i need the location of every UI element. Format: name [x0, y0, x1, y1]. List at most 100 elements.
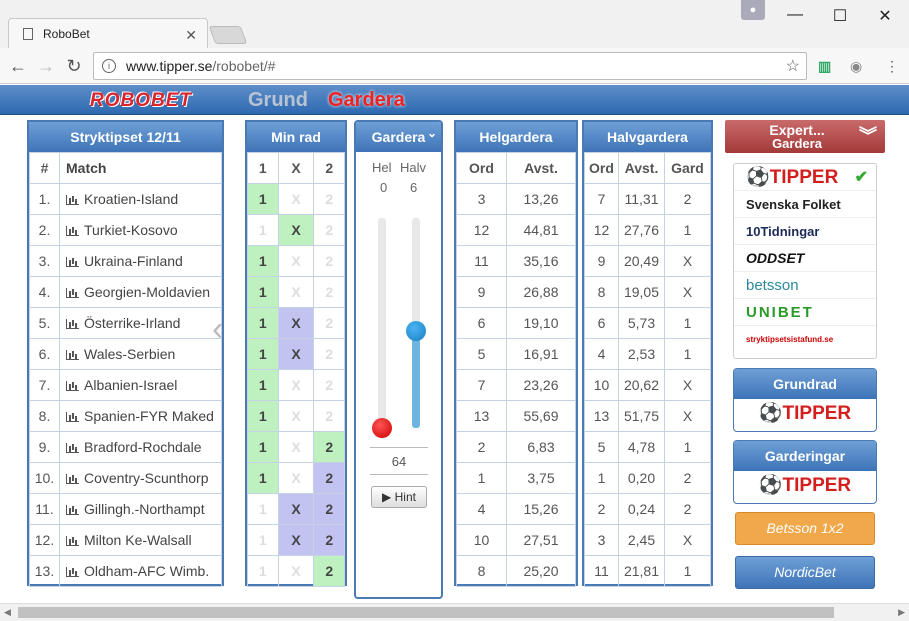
pick-cell-1[interactable]: 1 — [247, 307, 279, 339]
expert-header[interactable]: Expert... Gardera ︾ — [725, 120, 885, 153]
stats-chart-icon[interactable] — [66, 257, 79, 267]
stats-chart-icon[interactable] — [66, 567, 79, 577]
horizontal-scrollbar[interactable]: ◀ ▶ — [0, 603, 909, 621]
gardera-header[interactable]: Gardera ⌄ — [356, 122, 441, 152]
pick-cell-1[interactable]: 1 — [247, 493, 279, 525]
info-icon[interactable]: i — [102, 59, 116, 73]
match-cell[interactable]: Spanien-FYR Maked — [59, 400, 222, 432]
match-cell[interactable]: Georgien-Moldavien — [59, 276, 222, 308]
pick-cell-1[interactable]: 1 — [247, 369, 279, 401]
pick-cell-x[interactable]: X — [277, 493, 315, 525]
stats-chart-icon[interactable] — [66, 319, 79, 329]
nav-grund[interactable]: Grund — [248, 89, 308, 112]
match-cell[interactable]: Bradford-Rochdale — [59, 431, 222, 463]
pick-cell-1[interactable]: 1 — [247, 276, 279, 308]
browser-tab[interactable]: RoboBet ✕ — [8, 18, 208, 48]
garderingar-box[interactable]: Garderingar ⚽TIPPER — [733, 440, 877, 504]
pick-cell-2[interactable]: 2 — [313, 555, 345, 587]
hel-slider[interactable] — [372, 218, 392, 438]
close-window-icon[interactable]: ✕ — [875, 6, 895, 26]
stats-chart-icon[interactable] — [66, 412, 79, 422]
pick-cell-2[interactable]: 2 — [313, 493, 345, 525]
bookmark-star-icon[interactable]: ☆ — [786, 56, 800, 76]
pick-cell-2[interactable]: 2 — [313, 462, 345, 494]
pick-cell-2[interactable]: 2 — [313, 276, 345, 308]
pick-cell-x[interactable]: X — [277, 338, 315, 370]
match-cell[interactable]: Milton Ke-Walsall — [59, 524, 222, 556]
match-cell[interactable]: Albanien-Israel — [59, 369, 222, 401]
stats-chart-icon[interactable] — [66, 350, 79, 360]
pick-cell-1[interactable]: 1 — [247, 524, 279, 556]
source-stryktipset-sista[interactable]: stryktipsetsistafund.se — [734, 326, 876, 353]
new-tab-button[interactable] — [208, 26, 248, 44]
pick-cell-1[interactable]: 1 — [247, 555, 279, 587]
match-cell[interactable]: Gillingh.-Northampt — [59, 493, 222, 525]
source-tipper[interactable]: ⚽TIPPER ✔ — [734, 164, 876, 191]
pick-cell-2[interactable]: 2 — [313, 307, 345, 339]
match-cell[interactable]: Österrike-Irland — [59, 307, 222, 339]
pick-cell-x[interactable]: X — [277, 307, 315, 339]
match-cell[interactable]: Wales-Serbien — [59, 338, 222, 370]
pick-cell-2[interactable]: 2 — [313, 369, 345, 401]
pick-cell-x[interactable]: X — [277, 524, 315, 556]
scroll-left-icon[interactable]: ◀ — [4, 607, 11, 618]
pick-cell-x[interactable]: X — [277, 462, 315, 494]
pick-cell-2[interactable]: 2 — [313, 524, 345, 556]
maximize-icon[interactable]: ☐ — [830, 6, 850, 26]
pick-cell-2[interactable]: 2 — [313, 400, 345, 432]
pick-cell-x[interactable]: X — [277, 431, 315, 463]
grundrad-box[interactable]: Grundrad ⚽TIPPER — [733, 368, 877, 432]
pick-cell-x[interactable]: X — [277, 400, 315, 432]
stats-chart-icon[interactable] — [66, 443, 79, 453]
pick-cell-2[interactable]: 2 — [313, 338, 345, 370]
source-unibet[interactable]: UNIBET — [734, 299, 876, 326]
pick-cell-2[interactable]: 2 — [313, 245, 345, 277]
scroll-right-icon[interactable]: ▶ — [898, 607, 905, 618]
pick-cell-1[interactable]: 1 — [247, 338, 279, 370]
user-profile-icon[interactable]: ● — [741, 0, 765, 20]
hel-slider-knob[interactable] — [372, 418, 392, 438]
pick-cell-2[interactable]: 2 — [313, 183, 345, 215]
stats-chart-icon[interactable] — [66, 195, 79, 205]
menu-icon[interactable]: ⋮ — [885, 58, 899, 75]
halv-slider[interactable] — [406, 218, 426, 428]
back-icon[interactable]: ← — [8, 56, 28, 77]
stats-chart-icon[interactable] — [66, 226, 79, 236]
pick-cell-1[interactable]: 1 — [247, 183, 279, 215]
stats-chart-icon[interactable] — [66, 505, 79, 515]
hint-button[interactable]: ▶ Hint — [371, 486, 427, 508]
scrollbar-thumb[interactable] — [18, 607, 834, 618]
pick-cell-2[interactable]: 2 — [313, 431, 345, 463]
pick-cell-x[interactable]: X — [277, 276, 315, 308]
nordicbet-button[interactable]: NordicBet — [735, 556, 875, 589]
match-cell[interactable]: Coventry-Scunthorp — [59, 462, 222, 494]
chevron-left-icon[interactable]: ‹ — [212, 310, 223, 349]
pick-cell-x[interactable]: X — [277, 214, 315, 246]
pick-cell-1[interactable]: 1 — [247, 214, 279, 246]
match-cell[interactable]: Ukraina-Finland — [59, 245, 222, 277]
nav-gardera[interactable]: Gardera — [328, 89, 405, 112]
stats-chart-icon[interactable] — [66, 536, 79, 546]
source-10tidningar[interactable]: 10Tidningar — [734, 218, 876, 245]
match-cell[interactable]: Oldham-AFC Wimb. — [59, 555, 222, 587]
extension-icon[interactable]: ◉ — [850, 58, 862, 75]
stats-chart-icon[interactable] — [66, 474, 79, 484]
pick-cell-1[interactable]: 1 — [247, 431, 279, 463]
match-cell[interactable]: Turkiet-Kosovo — [59, 214, 222, 246]
source-betsson[interactable]: betsson — [734, 272, 876, 299]
close-tab-icon[interactable]: ✕ — [185, 27, 197, 44]
reload-icon[interactable]: ↻ — [64, 56, 84, 77]
pick-cell-1[interactable]: 1 — [247, 462, 279, 494]
robobet-logo[interactable]: ROBOBET — [90, 90, 230, 112]
stats-chart-icon[interactable] — [66, 288, 79, 298]
pick-cell-x[interactable]: X — [277, 245, 315, 277]
source-oddset[interactable]: ODDSET — [734, 245, 876, 272]
betsson-1x2-button[interactable]: Betsson 1x2 — [735, 512, 875, 545]
match-cell[interactable]: Kroatien-Island — [59, 183, 222, 215]
pick-cell-x[interactable]: X — [277, 183, 315, 215]
source-svenska-folket[interactable]: Svenska Folket — [734, 191, 876, 218]
pick-cell-1[interactable]: 1 — [247, 245, 279, 277]
pick-cell-1[interactable]: 1 — [247, 400, 279, 432]
chevron-down-icon[interactable]: ⌄ — [427, 118, 437, 148]
pick-cell-x[interactable]: X — [277, 369, 315, 401]
